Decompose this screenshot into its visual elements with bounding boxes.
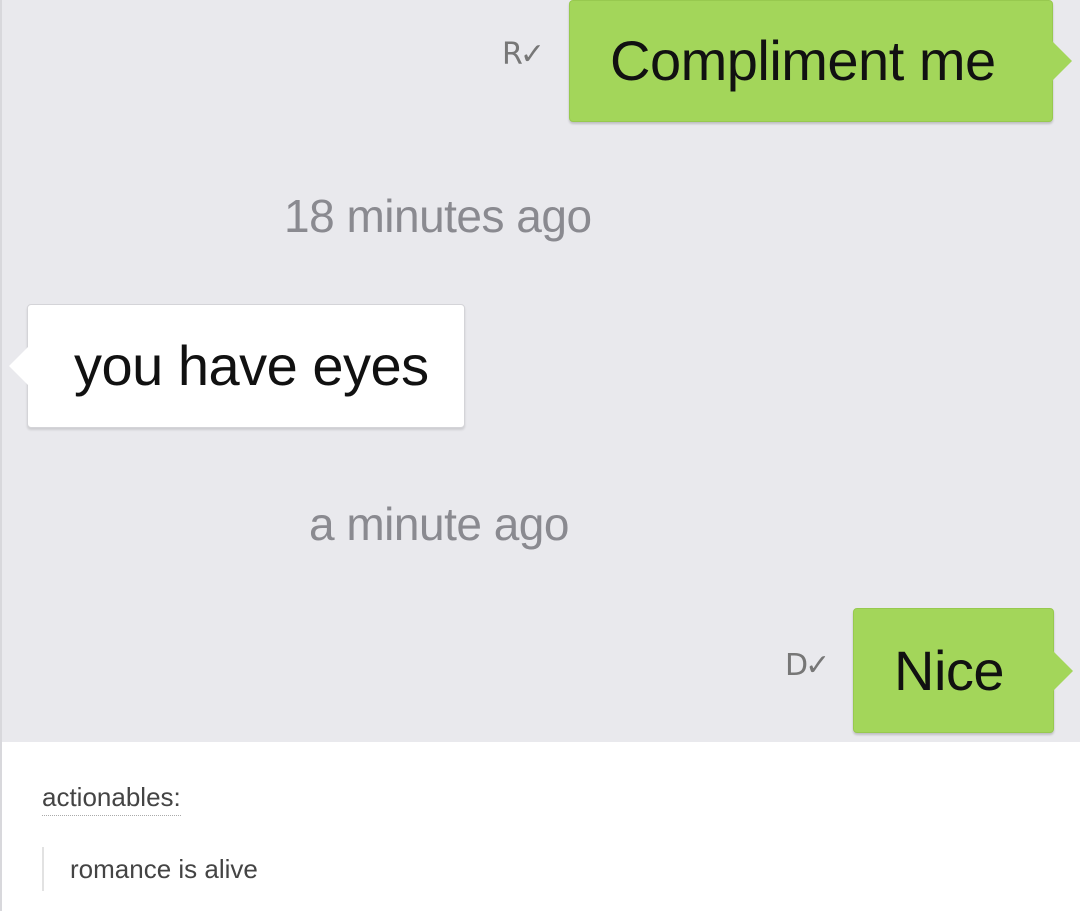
received-message-bubble[interactable]: you have eyes <box>9 304 465 428</box>
caption-quote: romance is alive <box>42 847 258 891</box>
caption-text: romance is alive <box>70 853 258 884</box>
sent-message-bubble[interactable]: Compliment me <box>569 0 1072 122</box>
status-letter: D <box>785 648 808 683</box>
message-timestamp: a minute ago <box>309 498 569 550</box>
message-timestamp: 18 minutes ago <box>284 190 592 242</box>
message-text: you have eyes <box>74 334 429 397</box>
checkmark-icon: ✓ <box>805 648 830 683</box>
status-letter: R <box>502 37 523 72</box>
screenshot: R✓ Compliment me 18 minutes ago you have… <box>0 0 1080 911</box>
post-caption: actionables: romance is alive <box>0 742 1080 911</box>
sent-message-bubble[interactable]: Nice <box>853 608 1073 733</box>
message-text: Compliment me <box>610 29 996 92</box>
message-status-icon: R✓ <box>502 37 545 72</box>
chat-thread: R✓ Compliment me 18 minutes ago you have… <box>0 0 1080 742</box>
checkmark-icon: ✓ <box>519 37 545 72</box>
message-status-icon: D✓ <box>785 648 830 683</box>
message-text: Nice <box>894 638 1005 702</box>
username-link[interactable]: actionables: <box>42 782 181 816</box>
